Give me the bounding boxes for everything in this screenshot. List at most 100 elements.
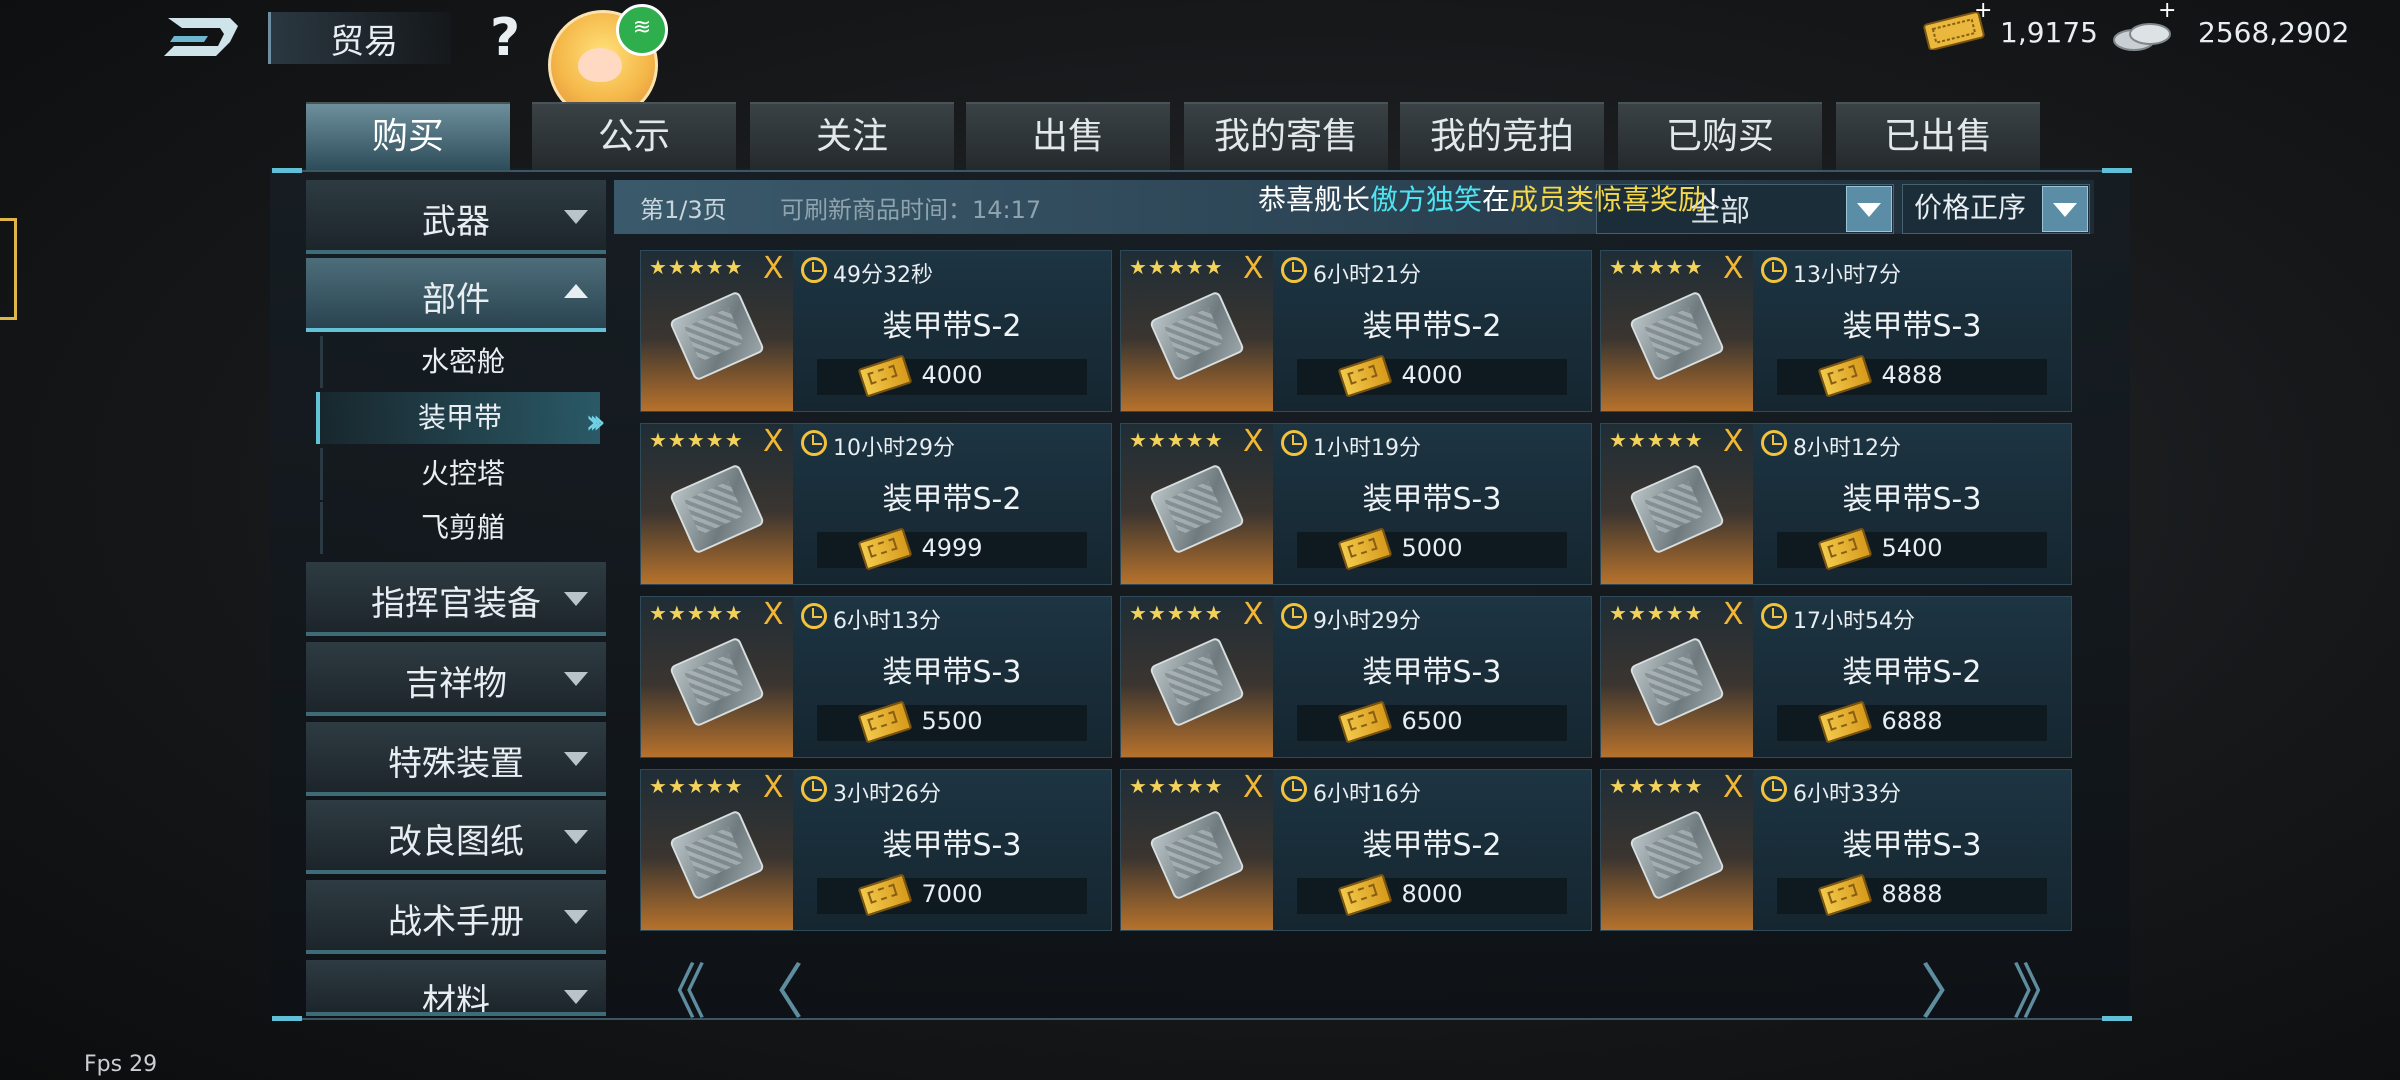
item-card[interactable]: ★★★★★ X 8小时12分 装甲带S-3 5400: [1600, 423, 2072, 585]
subcategory-watertight-compartment[interactable]: 水密舱: [320, 336, 603, 388]
clock-icon: [801, 776, 827, 802]
item-time-left: 3小时26分: [833, 782, 941, 807]
last-page-button[interactable]: 》: [2012, 944, 2072, 1031]
next-page-button[interactable]: 〉: [1920, 944, 1980, 1031]
filter-dropdown-button[interactable]: [1846, 186, 1892, 232]
category-label: 部件: [422, 280, 490, 320]
item-price: 4888: [1881, 361, 1943, 389]
marquee-tail: ！: [1706, 183, 1735, 216]
category-tactics-manual[interactable]: 战术手册: [306, 880, 606, 954]
category-label: 指挥官装备: [371, 584, 541, 624]
chevron-down-icon: [564, 990, 588, 1004]
add-ticket-button[interactable]: +: [1974, 0, 1992, 23]
chevron-up-icon: [564, 284, 588, 298]
panel-top-line: [272, 170, 2132, 172]
corner-mark: [2102, 1016, 2132, 1021]
tab-sold[interactable]: 已出售: [1836, 102, 2040, 170]
item-mark: X: [1723, 251, 1744, 286]
category-special-device[interactable]: 特殊装置: [306, 722, 606, 796]
subcategory-fire-control-tower[interactable]: 火控塔: [320, 448, 603, 500]
category-commander-gear[interactable]: 指挥官装备: [306, 562, 606, 636]
item-card[interactable]: ★★★★★ X 3小时26分 装甲带S-3 7000: [640, 769, 1112, 931]
tab-watch[interactable]: 关注: [750, 102, 954, 170]
ticket-amount: 1,9175: [2000, 16, 2098, 49]
item-stars: ★★★★★: [1609, 255, 1704, 279]
announcement-marquee: 恭喜舰长傲方独笑在成员类惊喜奖励！: [1258, 178, 1734, 218]
clock-icon: [1761, 603, 1787, 629]
category-label: 改良图纸: [388, 822, 524, 862]
category-materials[interactable]: 材料: [306, 960, 606, 1016]
subcategory-clipper-bow[interactable]: 飞剪艏: [320, 502, 603, 554]
tab-buy[interactable]: 购买: [306, 102, 510, 170]
clock-icon: [801, 603, 827, 629]
item-card[interactable]: ★★★★★ X 10小时29分 装甲带S-2 4999: [640, 423, 1112, 585]
item-price: 5400: [1881, 534, 1943, 562]
tab-my-auction[interactable]: 我的竞拍: [1400, 102, 1604, 170]
item-mark: X: [1243, 597, 1264, 632]
subcategory-armor-belt[interactable]: 装甲带 ›››: [316, 392, 606, 444]
panel-bottom-line: [272, 1018, 2132, 1020]
item-mark: X: [1243, 424, 1264, 459]
item-price: 6500: [1401, 707, 1463, 735]
item-time-left: 6小时16分: [1313, 782, 1421, 807]
item-price: 5000: [1401, 534, 1463, 562]
chevron-down-icon: [564, 592, 588, 606]
item-stars: ★★★★★: [649, 774, 744, 798]
wifi-icon: ≋: [616, 4, 668, 56]
tab-sell[interactable]: 出售: [966, 102, 1170, 170]
item-name: 装甲带S-2: [882, 309, 1022, 344]
item-time-left: 6小时33分: [1793, 782, 1901, 807]
subcategory-label: 装甲带: [417, 401, 502, 434]
item-price: 8000: [1401, 880, 1463, 908]
item-name: 装甲带S-3: [1362, 655, 1502, 690]
item-card[interactable]: ★★★★★ X 6小时21分 装甲带S-2 4000: [1120, 250, 1592, 412]
add-coin-button[interactable]: +: [2158, 0, 2176, 23]
item-time-left: 1小时19分: [1313, 436, 1421, 461]
clock-icon: [801, 430, 827, 456]
selected-chevron-icon: ›››: [585, 402, 606, 442]
category-mascot[interactable]: 吉祥物: [306, 642, 606, 716]
item-card[interactable]: ★★★★★ X 13小时7分 装甲带S-3 4888: [1600, 250, 2072, 412]
item-card[interactable]: ★★★★★ X 6小时16分 装甲带S-2 8000: [1120, 769, 1592, 931]
item-stars: ★★★★★: [1609, 601, 1704, 625]
category-label: 材料: [422, 982, 490, 1016]
item-card[interactable]: ★★★★★ X 49分32秒 装甲带S-2 4000: [640, 250, 1112, 412]
item-time-left: 6小时21分: [1313, 263, 1421, 288]
category-parts[interactable]: 部件: [306, 258, 606, 332]
item-time-left: 6小时13分: [833, 609, 941, 634]
item-card[interactable]: ★★★★★ X 6小时13分 装甲带S-3 5500: [640, 596, 1112, 758]
item-card[interactable]: ★★★★★ X 9小时29分 装甲带S-3 6500: [1120, 596, 1592, 758]
item-price: 4000: [921, 361, 983, 389]
item-card[interactable]: ★★★★★ X 1小时19分 装甲带S-3 5000: [1120, 423, 1592, 585]
tab-my-consign[interactable]: 我的寄售: [1184, 102, 1388, 170]
clock-icon: [1281, 430, 1307, 456]
tab-announce[interactable]: 公示: [532, 102, 736, 170]
corner-mark: [2102, 168, 2132, 173]
category-blueprints[interactable]: 改良图纸: [306, 800, 606, 874]
tab-bought[interactable]: 已购买: [1618, 102, 1822, 170]
item-card[interactable]: ★★★★★ X 6小时33分 装甲带S-3 8888: [1600, 769, 2072, 931]
marquee-player-name: 傲方独笑: [1370, 183, 1483, 216]
item-stars: ★★★★★: [1609, 774, 1704, 798]
first-page-button[interactable]: 《: [646, 944, 706, 1031]
clock-icon: [801, 257, 827, 283]
sort-value: 价格正序: [1914, 191, 2027, 224]
clock-icon: [1281, 776, 1307, 802]
item-stars: ★★★★★: [1609, 428, 1704, 452]
sort-dropdown-button[interactable]: [2042, 186, 2088, 232]
item-mark: X: [1243, 251, 1264, 286]
game-logo-icon[interactable]: [160, 12, 244, 60]
fps-counter: Fps 29: [84, 1052, 158, 1077]
prev-page-button[interactable]: 〈: [744, 944, 804, 1031]
item-stars: ★★★★★: [649, 255, 744, 279]
item-mark: X: [1723, 424, 1744, 459]
category-weapons[interactable]: 武器: [306, 180, 606, 254]
item-price: 7000: [921, 880, 983, 908]
item-time-left: 9小时29分: [1313, 609, 1421, 634]
item-mark: X: [1243, 770, 1264, 805]
help-button[interactable]: ?: [490, 8, 520, 68]
item-card[interactable]: ★★★★★ X 17小时54分 装甲带S-2 6888: [1600, 596, 2072, 758]
item-mark: X: [1723, 597, 1744, 632]
item-name: 装甲带S-3: [1842, 482, 1982, 517]
item-stars: ★★★★★: [649, 428, 744, 452]
